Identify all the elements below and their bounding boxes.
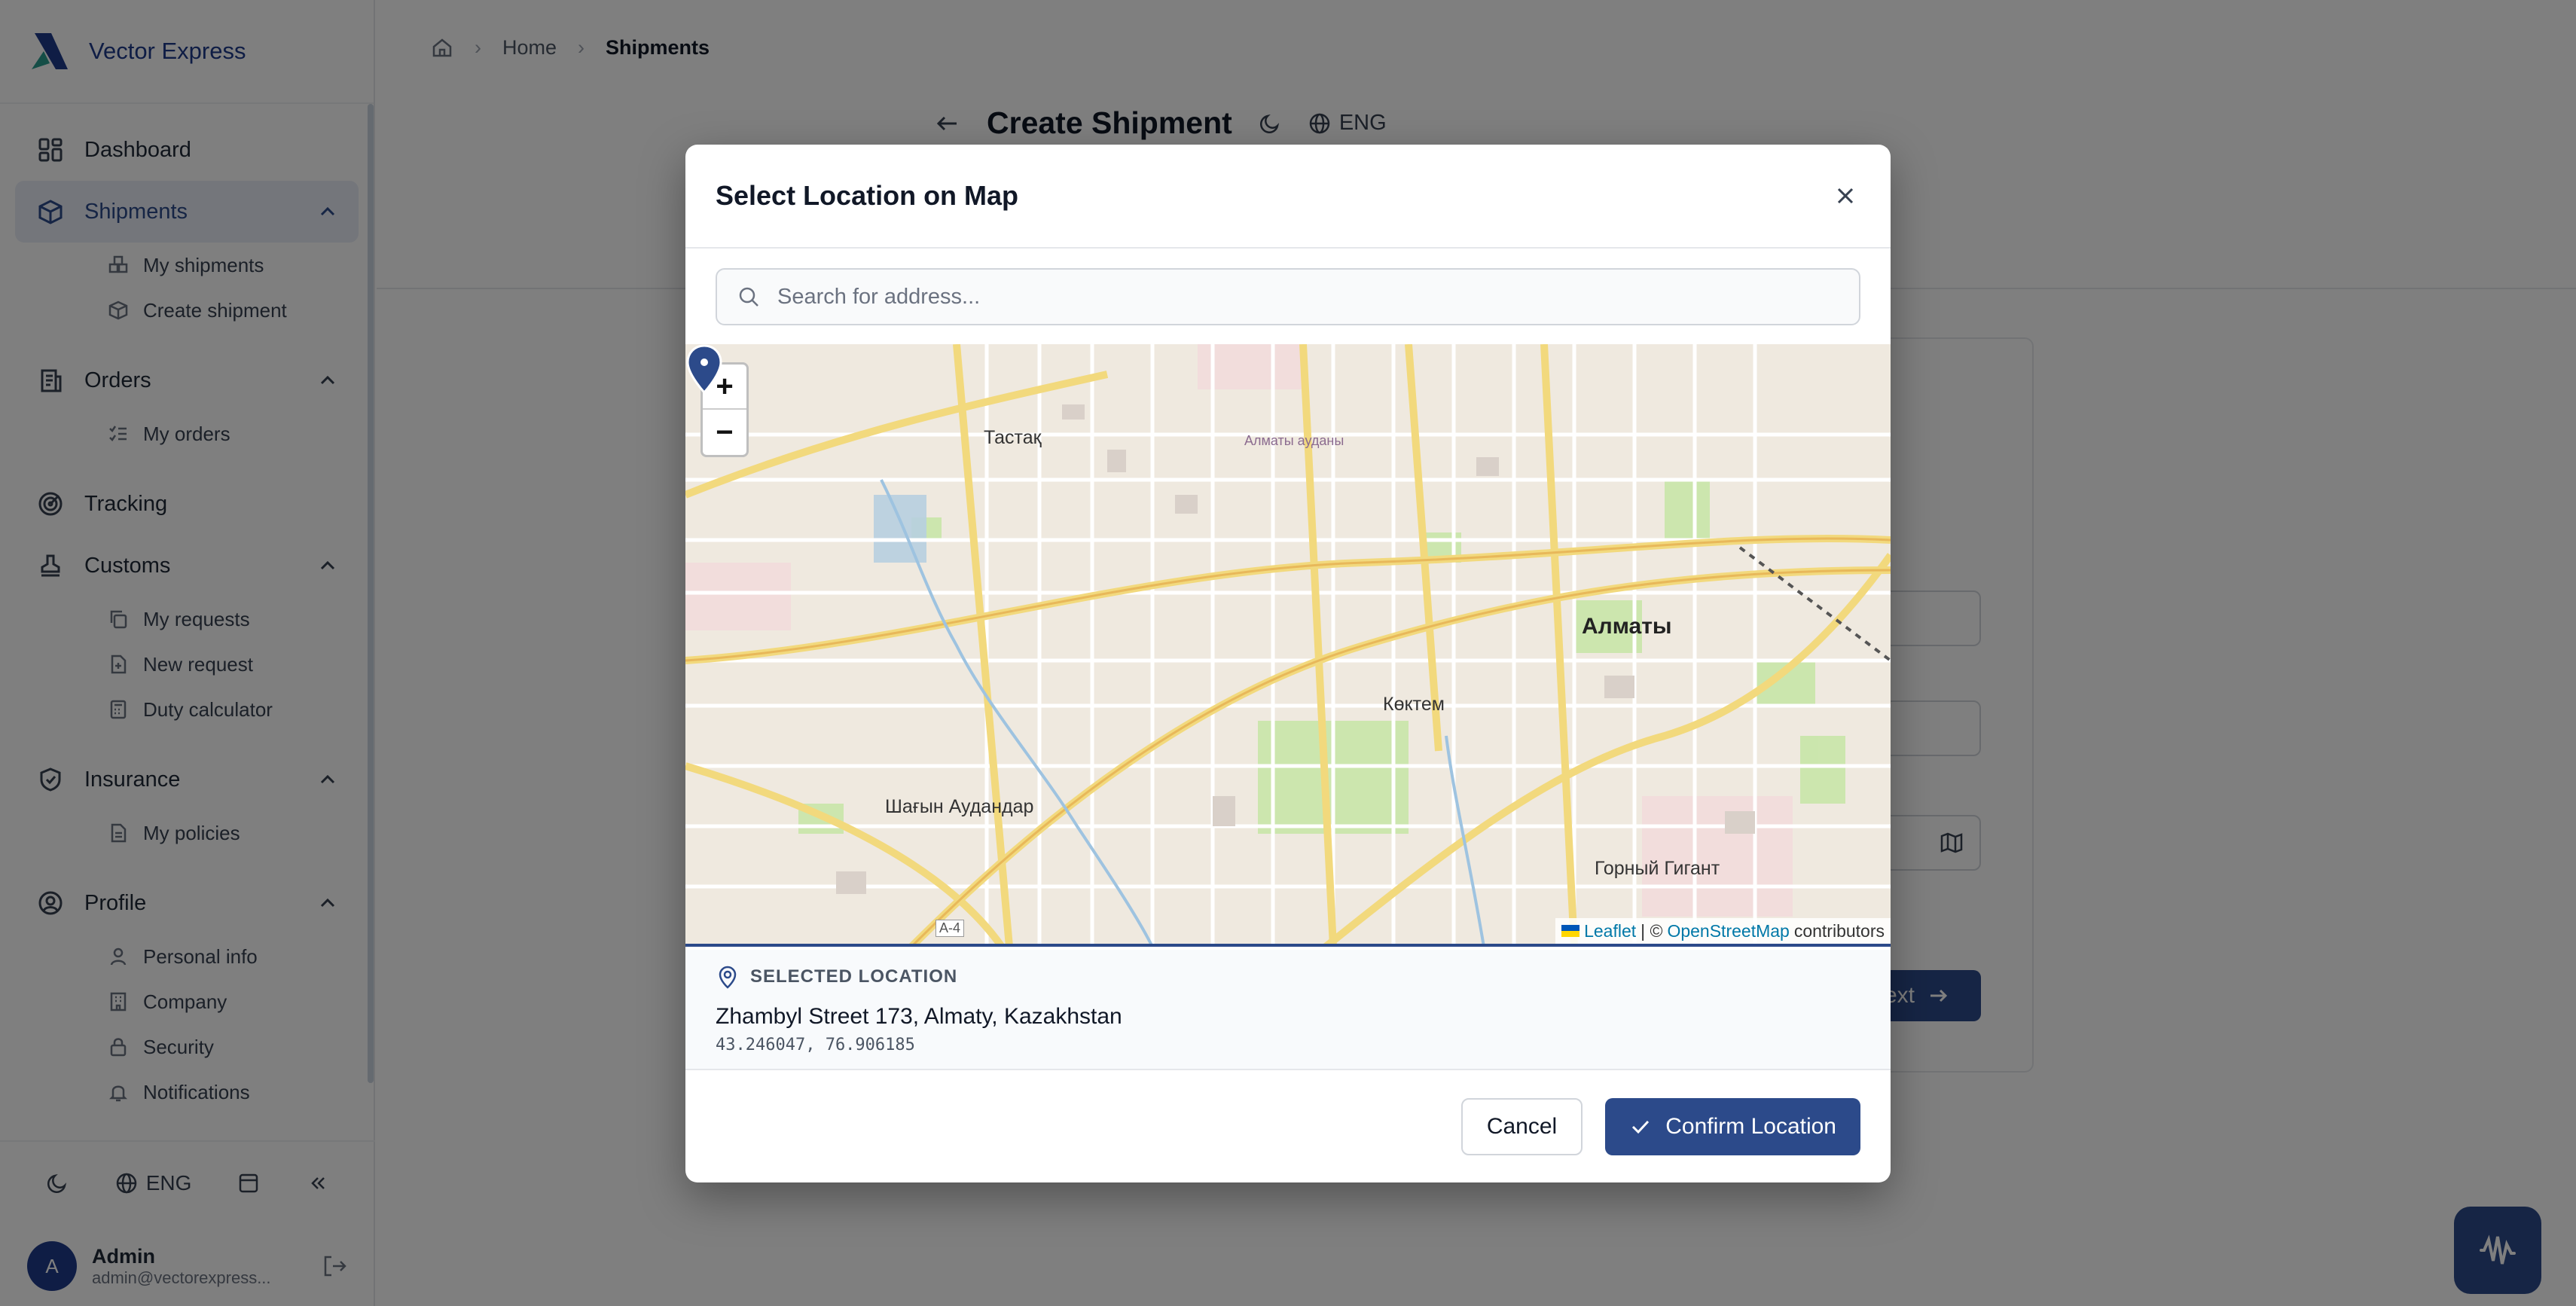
map-view[interactable]: Тастақ Алматы ауданы Алматы Көктем Шағын… bbox=[685, 344, 1891, 947]
close-button[interactable] bbox=[1830, 181, 1860, 211]
selected-address: Zhambyl Street 173, Almaty, Kazakhstan bbox=[716, 1004, 1122, 1029]
osm-link[interactable]: OpenStreetMap bbox=[1667, 921, 1789, 941]
search-icon bbox=[739, 287, 758, 307]
map-marker-icon[interactable] bbox=[685, 344, 723, 394]
selected-location-heading: SELECTED LOCATION bbox=[750, 966, 958, 987]
map-label-tastak: Тастақ bbox=[984, 427, 1042, 448]
confirm-location-label: Confirm Location bbox=[1665, 1114, 1836, 1139]
map-pin-icon bbox=[719, 966, 737, 989]
leaflet-link[interactable]: Leaflet bbox=[1584, 921, 1636, 941]
address-search[interactable] bbox=[716, 268, 1860, 325]
ukraine-flag-icon bbox=[1561, 925, 1580, 937]
map-label-gorny: Горный Гигант bbox=[1595, 858, 1720, 879]
attribution-contributors: contributors bbox=[1793, 920, 1885, 941]
close-icon bbox=[1837, 188, 1854, 204]
map-label-district: Алматы ауданы bbox=[1244, 433, 1344, 448]
map-label-almaty: Алматы bbox=[1582, 614, 1672, 639]
map-attribution: Leaflet | © OpenStreetMap contributors bbox=[1555, 918, 1891, 944]
map-label-a4: A-4 bbox=[935, 920, 965, 937]
selected-coordinates: 43.246047, 76.906185 bbox=[716, 1036, 915, 1054]
modal-header: Select Location on Map bbox=[685, 145, 1891, 249]
zoom-out-button[interactable]: − bbox=[703, 410, 746, 455]
confirm-location-button[interactable]: Confirm Location bbox=[1605, 1098, 1860, 1155]
map-label-koktem: Көктем bbox=[1383, 694, 1445, 715]
search-input[interactable] bbox=[777, 284, 1817, 310]
modal-footer: Cancel Confirm Location bbox=[685, 1071, 1891, 1182]
selected-location-heading-row: SELECTED LOCATION bbox=[716, 965, 1860, 989]
cancel-button[interactable]: Cancel bbox=[1460, 1098, 1583, 1155]
modal-title: Select Location on Map bbox=[716, 180, 1019, 211]
map-label-shagyn: Шағын Аудандар bbox=[885, 796, 1034, 817]
select-location-modal: Select Location on Map Search for addres… bbox=[685, 145, 1891, 1182]
selected-location-panel: SELECTED LOCATION Zhambyl Street 173, Al… bbox=[685, 950, 1891, 1070]
app-root: Vector Express Dashboard Shipments My sh bbox=[0, 0, 2576, 1306]
attribution-separator: | © bbox=[1641, 920, 1663, 941]
check-icon bbox=[1632, 1120, 1650, 1134]
